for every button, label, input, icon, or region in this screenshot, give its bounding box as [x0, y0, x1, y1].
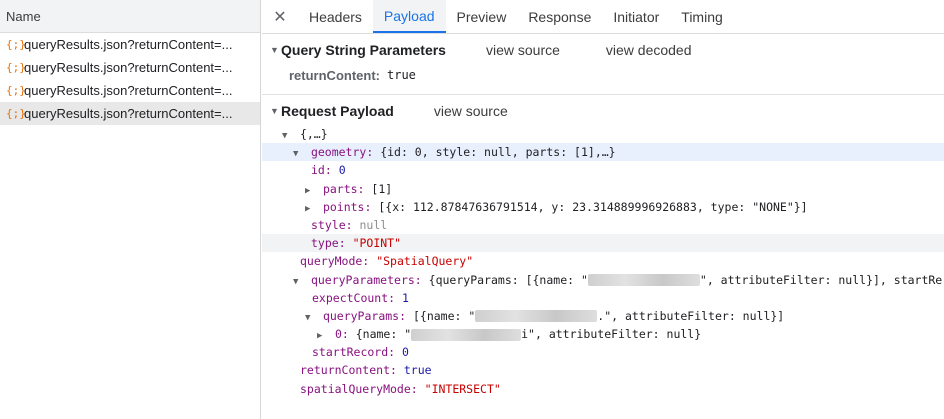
tree-row-returncontent: returnContent: true: [262, 361, 944, 379]
request-name: queryResults.json?returnContent=...: [24, 60, 233, 75]
tree-value: 1: [402, 290, 409, 305]
view-source-link[interactable]: view source: [486, 42, 560, 58]
request-row[interactable]: {;} queryResults.json?returnContent=...: [0, 56, 260, 79]
tab-payload[interactable]: Payload: [372, 0, 446, 33]
request-row[interactable]: {;} queryResults.json?returnContent=...: [0, 33, 260, 56]
tree-value: null: [359, 217, 388, 232]
query-param-row: returnContent: true: [262, 64, 944, 86]
request-row-selected[interactable]: {;} queryResults.json?returnContent=...: [0, 102, 260, 125]
tree-value: [1]: [371, 181, 393, 196]
tree-value: "POINT": [352, 236, 402, 251]
expand-arrow-icon[interactable]: ▶: [305, 182, 316, 198]
tab-headers[interactable]: Headers: [298, 0, 373, 33]
tree-key: startRecord:: [312, 345, 396, 360]
tree-value: .", attributeFilter: null}]: [597, 308, 785, 323]
json-file-icon: {;}: [6, 61, 26, 74]
tree-key: geometry:: [310, 145, 374, 160]
tree-key: returnContent:: [300, 363, 397, 378]
tree-value: "SpatialQuery": [376, 254, 474, 269]
expand-arrow-icon[interactable]: ▼: [293, 273, 304, 289]
tree-key: queryParameters:: [310, 272, 422, 287]
param-key: returnContent:: [289, 67, 380, 83]
tree-value: {queryParams: [{name: ": [428, 272, 588, 287]
tree-key: parts:: [322, 181, 365, 196]
tree-row-startrecord: startRecord: 0: [262, 343, 944, 361]
json-file-icon: {;}: [6, 38, 26, 51]
request-payload-section-header[interactable]: ▼ Request Payload view source: [262, 97, 944, 125]
query-string-section-header[interactable]: ▼ Query String Parameters view source vi…: [262, 36, 944, 64]
tree-key: spatialQueryMode:: [300, 381, 418, 396]
tree-value: "INTERSECT": [424, 381, 501, 396]
tree-value: true: [403, 363, 432, 378]
collapse-triangle-icon[interactable]: ▼: [270, 45, 281, 55]
tree-value: [{x: 112.87847636791514, y: 23.314889996…: [378, 199, 808, 214]
request-name: queryResults.json?returnContent=...: [24, 37, 233, 52]
tree-row-root[interactable]: ▼ {,…}: [262, 125, 944, 143]
redacted-blur: [587, 274, 700, 286]
request-list-panel: Name {;} queryResults.json?returnContent…: [0, 0, 261, 419]
tree-key: points:: [322, 199, 372, 214]
tree-value: {name: ": [355, 327, 412, 342]
section-divider: [262, 94, 944, 95]
tab-preview[interactable]: Preview: [446, 0, 518, 33]
tree-row-querymode: queryMode: "SpatialQuery": [262, 252, 944, 270]
tree-value: [{name: ": [412, 308, 476, 323]
expand-arrow-icon[interactable]: ▶: [317, 327, 328, 343]
tree-key: id:: [311, 163, 332, 178]
expand-arrow-icon[interactable]: ▼: [282, 127, 293, 143]
tab-timing[interactable]: Timing: [670, 0, 734, 33]
request-row[interactable]: {;} queryResults.json?returnContent=...: [0, 79, 260, 102]
tree-value: ", attributeFilter: null}], startRe: [699, 272, 943, 287]
tab-initiator[interactable]: Initiator: [602, 0, 670, 33]
payload-tree: ▼ {,…} ▼ geometry: {id: 0, style: null, …: [262, 125, 944, 398]
tree-row-style: style: null: [262, 216, 944, 234]
close-icon[interactable]: ✕: [262, 0, 298, 33]
tree-row-item0[interactable]: ▶ 0: {name: " i", attributeFilter: null}: [262, 325, 944, 343]
tree-key: queryMode:: [300, 254, 370, 269]
tree-row-expectcount: expectCount: 1: [262, 289, 944, 307]
tree-value: {id: 0, style: null, parts: [1],…}: [380, 145, 616, 160]
detail-tabbar: ✕ Headers Payload Preview Response Initi…: [262, 0, 944, 34]
request-name: queryResults.json?returnContent=...: [24, 83, 233, 98]
tree-key: 0:: [334, 327, 349, 342]
tree-value: 0: [338, 163, 346, 178]
tree-value: 0: [402, 345, 409, 360]
section-title: Query String Parameters: [281, 42, 446, 58]
section-title: Request Payload: [281, 103, 394, 119]
request-name: queryResults.json?returnContent=...: [24, 106, 233, 121]
tree-row-queryparameters[interactable]: ▼ queryParameters: {queryParams: [{name:…: [262, 271, 944, 289]
tree-row-queryparams[interactable]: ▼ queryParams: [{name: " .", attributeFil…: [262, 307, 944, 325]
redacted-blur: [411, 328, 522, 341]
tab-response[interactable]: Response: [517, 0, 602, 33]
tree-row-id: id: 0: [262, 161, 944, 179]
request-detail-panel: ✕ Headers Payload Preview Response Initi…: [262, 0, 944, 419]
redacted-blur: [475, 310, 598, 323]
tree-key: expectCount:: [312, 290, 396, 305]
tree-key: type:: [311, 236, 346, 251]
view-decoded-link[interactable]: view decoded: [606, 42, 692, 58]
tree-row-type: type: "POINT": [262, 234, 944, 253]
tree-row-geometry[interactable]: ▼ geometry: {id: 0, style: null, parts: …: [262, 143, 944, 162]
json-file-icon: {;}: [6, 84, 26, 97]
json-file-icon: {;}: [6, 107, 26, 120]
tree-row-points[interactable]: ▶ points: [{x: 112.87847636791514, y: 23…: [262, 198, 944, 216]
param-value: true: [387, 68, 416, 82]
tree-row-parts[interactable]: ▶ parts: [1]: [262, 180, 944, 198]
expand-arrow-icon[interactable]: ▼: [293, 145, 304, 161]
tree-row-spatialquerymode: spatialQueryMode: "INTERSECT": [262, 380, 944, 398]
tree-key: style:: [311, 217, 353, 232]
name-column-header[interactable]: Name: [0, 0, 260, 33]
expand-arrow-icon[interactable]: ▼: [305, 309, 316, 325]
collapse-triangle-icon[interactable]: ▼: [270, 106, 281, 116]
tree-key: queryParams:: [322, 308, 407, 323]
tree-value: i", attributeFilter: null}: [521, 327, 702, 342]
view-source-link[interactable]: view source: [434, 103, 508, 119]
expand-arrow-icon[interactable]: ▶: [305, 200, 316, 216]
root-summary: {,…}: [299, 127, 328, 141]
